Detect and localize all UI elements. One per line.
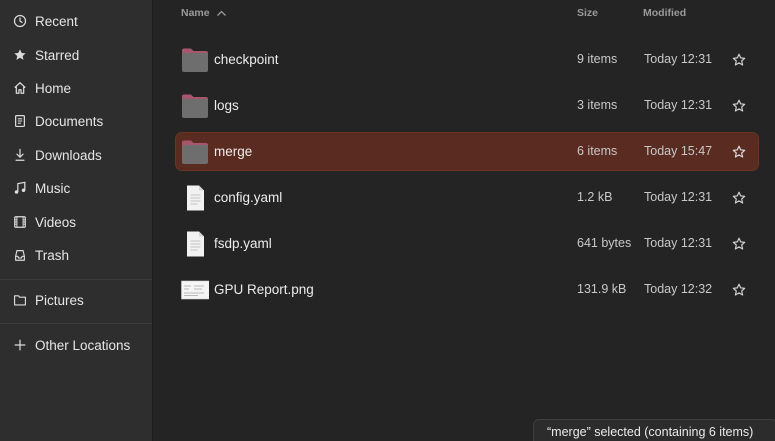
sidebar-item-downloads[interactable]: Downloads	[0, 140, 152, 170]
sidebar-item-pictures[interactable]: Pictures	[0, 285, 152, 315]
sidebar-item-videos[interactable]: Videos	[0, 207, 152, 237]
folder-icon	[181, 139, 209, 165]
star-outline-icon[interactable]	[731, 144, 747, 160]
column-header-modified[interactable]: Modified	[643, 5, 686, 21]
column-header-name[interactable]: Name	[181, 5, 227, 21]
sidebar-item-label: Trash	[35, 247, 70, 263]
sidebar-item-starred[interactable]: Starred	[0, 40, 152, 70]
file-modified: Today 12:31	[644, 52, 713, 66]
sidebar-item-label: Documents	[35, 113, 104, 129]
star-outline-icon[interactable]	[731, 282, 747, 298]
file-row-merge[interactable]: merge 6 items Today 15:47	[175, 132, 759, 171]
file-name: GPU Report.png	[214, 282, 314, 297]
sidebar-item-label: Downloads	[35, 147, 102, 163]
star-outline-icon[interactable]	[731, 236, 747, 252]
star-outline-icon[interactable]	[731, 98, 747, 114]
file-size: 131.9 kB	[577, 282, 627, 296]
file-size: 6 items	[577, 144, 618, 158]
file-name: checkpoint	[214, 52, 279, 67]
file-size: 1.2 kB	[577, 190, 613, 204]
document-icon	[12, 113, 28, 129]
file-modified: Today 12:32	[644, 282, 713, 296]
file-modified: Today 12:31	[644, 190, 713, 204]
file-name: logs	[214, 98, 239, 113]
file-list: Name Size Modified checkpoint 9 items To…	[153, 0, 775, 441]
file-modified: Today 15:47	[644, 144, 713, 158]
file-modified: Today 12:31	[644, 98, 713, 112]
sidebar-item-label: Home	[35, 80, 72, 96]
text-file-icon	[181, 231, 209, 257]
video-icon	[12, 214, 28, 230]
folder-icon	[12, 292, 28, 308]
sidebar-divider	[0, 323, 152, 324]
folder-icon	[181, 93, 209, 119]
file-row-checkpoint[interactable]: checkpoint 9 items Today 12:31	[176, 41, 758, 78]
star-icon	[12, 47, 28, 63]
plus-icon	[12, 337, 28, 353]
sidebar: Recent Starred Home Documents Downloads	[0, 0, 153, 441]
file-size: 641 bytes	[577, 236, 632, 250]
sidebar-item-music[interactable]: Music	[0, 173, 152, 203]
sidebar-item-trash[interactable]: Trash	[0, 240, 152, 270]
music-icon	[12, 180, 28, 196]
selection-status-bar: “merge” selected (containing 6 items)	[533, 419, 775, 441]
trash-icon	[12, 247, 28, 263]
file-row-config-yaml[interactable]: config.yaml 1.2 kB Today 12:31	[176, 179, 758, 216]
star-outline-icon[interactable]	[731, 52, 747, 68]
sidebar-item-label: Recent	[35, 13, 78, 29]
column-header-size[interactable]: Size	[577, 5, 598, 21]
sidebar-item-home[interactable]: Home	[0, 73, 152, 103]
file-name: config.yaml	[214, 190, 283, 205]
sidebar-item-label: Pictures	[35, 292, 84, 308]
sidebar-item-label: Other Locations	[35, 337, 131, 353]
sidebar-item-other-locations[interactable]: Other Locations	[0, 330, 152, 360]
home-icon	[12, 80, 28, 96]
sidebar-item-recent[interactable]: Recent	[0, 6, 152, 36]
sidebar-divider	[0, 279, 152, 280]
file-size: 3 items	[577, 98, 618, 112]
file-modified: Today 12:31	[644, 236, 713, 250]
sidebar-item-label: Starred	[35, 47, 80, 63]
text-file-icon	[181, 185, 209, 211]
file-name: fsdp.yaml	[214, 236, 272, 251]
file-size: 9 items	[577, 52, 618, 66]
file-manager-window: Recent Starred Home Documents Downloads	[0, 0, 775, 441]
sort-ascending-icon	[216, 9, 227, 17]
image-thumbnail-icon	[181, 277, 210, 303]
download-icon	[12, 147, 28, 163]
file-name: merge	[214, 144, 253, 159]
file-row-gpu-report-png[interactable]: GPU Report.png 131.9 kB Today 12:32	[176, 271, 758, 308]
star-outline-icon[interactable]	[731, 190, 747, 206]
sidebar-item-label: Music	[35, 180, 71, 196]
file-row-logs[interactable]: logs 3 items Today 12:31	[176, 87, 758, 124]
sidebar-item-documents[interactable]: Documents	[0, 106, 152, 136]
file-row-fsdp-yaml[interactable]: fsdp.yaml 641 bytes Today 12:31	[176, 225, 758, 262]
clock-icon	[12, 13, 28, 29]
folder-icon	[181, 47, 209, 73]
sidebar-item-label: Videos	[35, 214, 77, 230]
